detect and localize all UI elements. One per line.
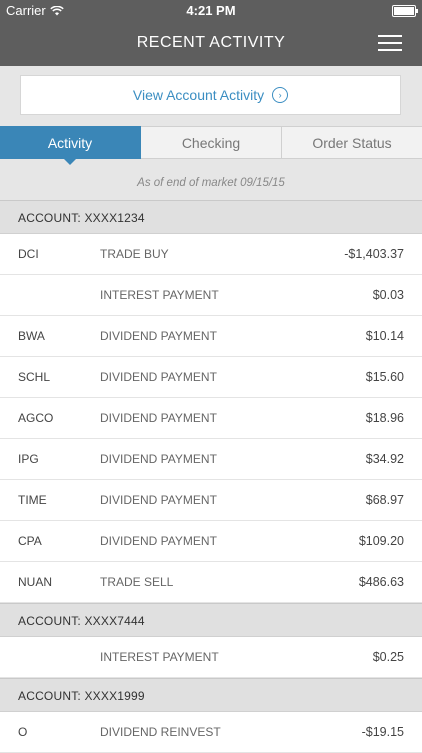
row-symbol: BWA [18,329,45,343]
row-description: INTEREST PAYMENT [100,650,219,664]
row-amount: $486.63 [358,575,404,589]
activity-row[interactable]: BWA DIVIDEND PAYMENT $10.14 [0,316,422,357]
row-symbol: AGCO [18,411,54,425]
activity-row[interactable]: INTEREST PAYMENT $0.25 [0,637,422,678]
row-amount: -$1,403.37 [344,247,404,261]
status-time: 4:21 PM [186,3,236,18]
activity-row[interactable]: INTEREST PAYMENT $0.03 [0,275,422,316]
row-amount: $18.96 [365,411,404,425]
activity-row[interactable]: SCHL DIVIDEND PAYMENT $15.60 [0,357,422,398]
row-description: DIVIDEND PAYMENT [100,534,217,548]
row-symbol: O [18,725,28,739]
activity-row[interactable]: CPA DIVIDEND PAYMENT $109.20 [0,521,422,562]
activity-row[interactable]: DCI TRADE BUY -$1,403.37 [0,234,422,275]
tab-order-status-label: Order Status [312,134,392,151]
activity-row[interactable]: AGCO DIVIDEND PAYMENT $18.96 [0,398,422,439]
status-bar: Carrier 4:21 PM [0,0,422,22]
row-description: DIVIDEND PAYMENT [100,329,217,343]
account-header: ACCOUNT: XXXX1234 [0,200,422,234]
tab-activity-label: Activity [47,134,93,151]
row-description: TRADE SELL [100,575,174,589]
row-description: DIVIDEND REINVEST [100,725,221,739]
activity-row[interactable]: TIME DIVIDEND PAYMENT $68.97 [0,480,422,521]
row-amount: $68.97 [365,493,404,507]
row-symbol: TIME [18,493,47,507]
view-account-activity-button[interactable]: View Account Activity › [20,75,401,115]
circle-arrow-right-icon: › [272,87,289,103]
account-header: ACCOUNT: XXXX1999 [0,678,422,712]
row-description: DIVIDEND PAYMENT [100,452,217,466]
row-symbol: CPA [18,534,42,548]
activity-row[interactable]: O DIVIDEND REINVEST -$19.15 [0,712,422,753]
hamburger-menu-icon[interactable] [378,35,402,51]
activity-list[interactable]: ACCOUNT: XXXX1234 DCI TRADE BUY -$1,403.37… [0,200,422,753]
tab-checking[interactable]: Checking [141,126,282,159]
row-amount: $10.14 [365,329,404,343]
page-title: RECENT ACTIVITY [136,34,286,51]
row-amount: $15.60 [365,370,404,384]
row-symbol: NUAN [18,575,53,589]
row-symbol: DCI [18,247,39,261]
as-of-date: As of end of market 09/15/15 [137,177,285,189]
row-amount: $0.25 [372,650,404,664]
activity-row[interactable]: IPG DIVIDEND PAYMENT $34.92 [0,439,422,480]
row-amount: $109.20 [358,534,404,548]
tab-order-status[interactable]: Order Status [282,126,422,159]
nav-bar: RECENT ACTIVITY [0,22,422,66]
tab-bar: Activity Checking Order Status [0,126,422,165]
row-symbol: IPG [18,452,39,466]
row-amount: $0.03 [372,288,404,302]
row-description: DIVIDEND PAYMENT [100,493,217,507]
account-header: ACCOUNT: XXXX7444 [0,603,422,637]
row-description: INTEREST PAYMENT [100,288,219,302]
tab-activity[interactable]: Activity [0,126,141,165]
row-symbol: SCHL [18,370,51,384]
view-account-activity-label: View Account Activity [132,87,265,103]
row-description: TRADE BUY [100,247,169,261]
row-description: DIVIDEND PAYMENT [100,370,217,384]
row-description: DIVIDEND PAYMENT [100,411,217,425]
tab-checking-label: Checking [181,134,241,151]
row-amount: -$19.15 [361,725,404,739]
row-amount: $34.92 [365,452,404,466]
battery-icon [392,5,418,17]
activity-row[interactable]: NUAN TRADE SELL $486.63 [0,562,422,603]
